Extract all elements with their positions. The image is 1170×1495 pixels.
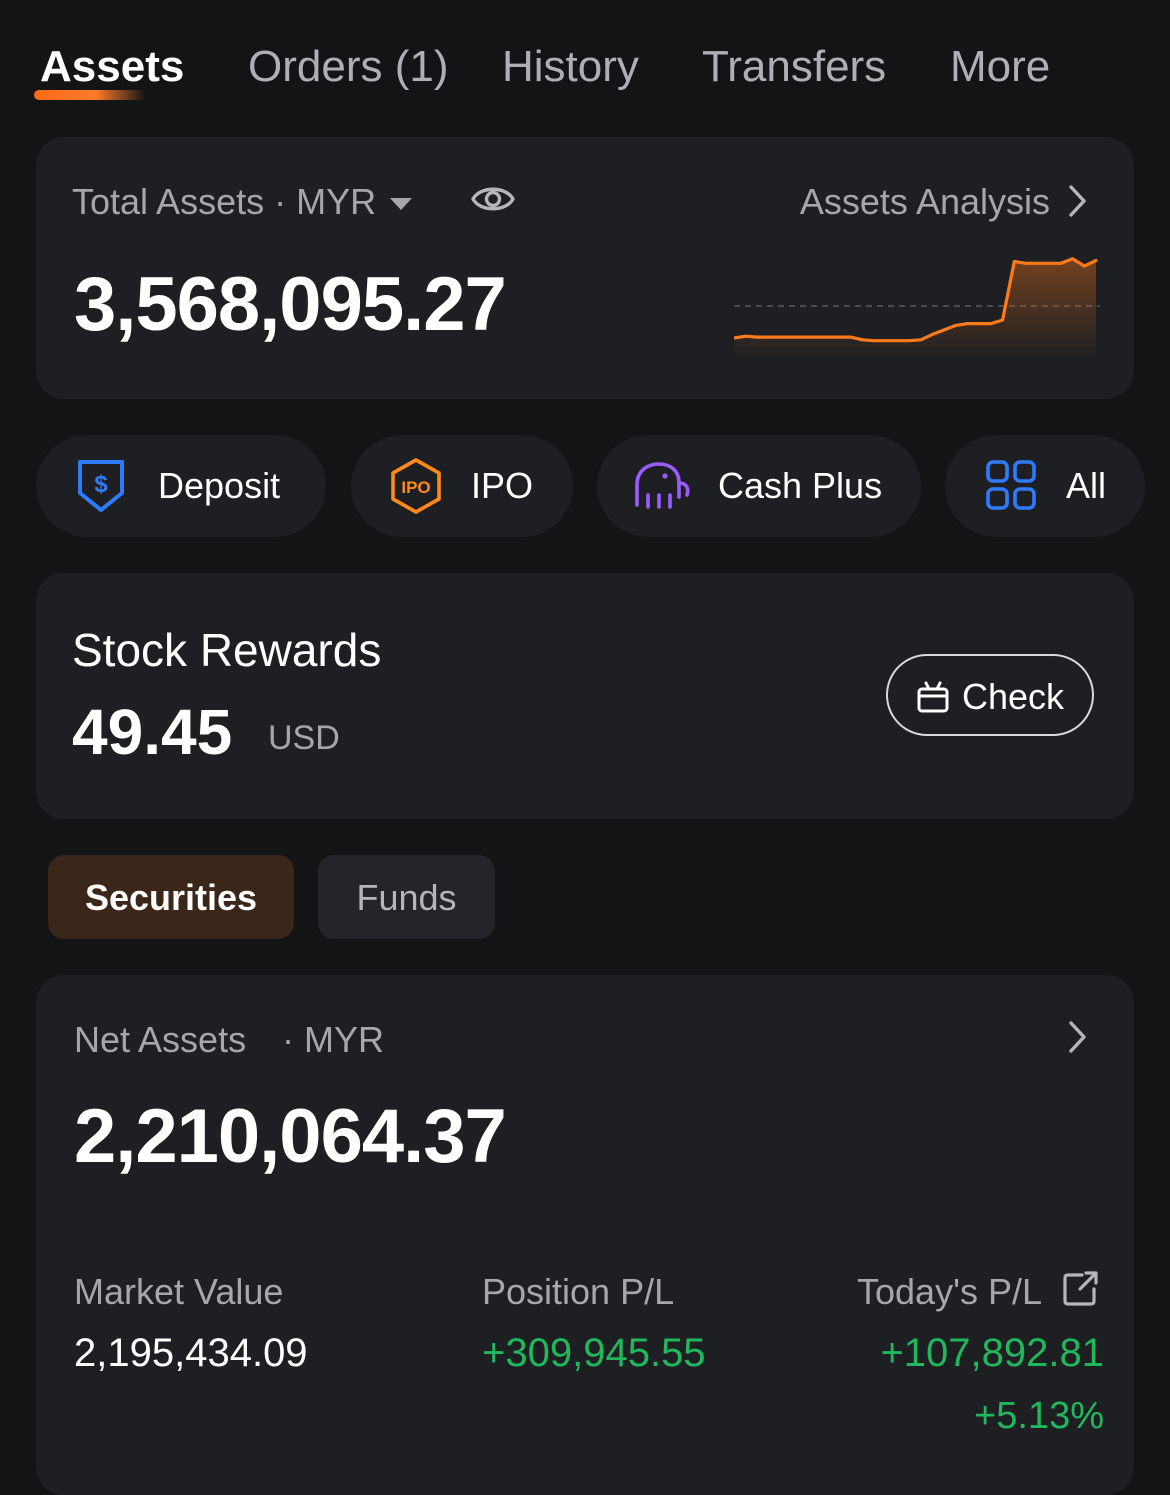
deposit-label: Deposit: [158, 465, 281, 506]
share-icon[interactable]: [1060, 1269, 1100, 1309]
securities-label: Securities: [84, 877, 258, 918]
stock-rewards-title: Stock Rewards: [72, 624, 382, 676]
check-rewards-button[interactable]: Check: [886, 654, 1094, 736]
caret-down-icon: [390, 198, 413, 211]
market-value: 2,195,434.09: [74, 1331, 308, 1375]
all-label: All: [1066, 465, 1107, 506]
grid-icon: [986, 460, 1036, 510]
assets-sparkline-chart[interactable]: [734, 249, 1100, 359]
tab-history[interactable]: History: [502, 42, 639, 92]
net-assets-label: Net Assets: [74, 1019, 247, 1060]
ipo-label: IPO: [471, 465, 534, 506]
total-assets-label: Total Assets: [72, 181, 265, 222]
position-pl-label: Position P/L: [482, 1271, 675, 1312]
total-assets-currency: · MYR: [274, 181, 377, 222]
stock-rewards-currency: USD: [268, 719, 340, 757]
total-assets-value: 3,568,095.27: [74, 262, 507, 347]
ipo-hexagon-icon: IPO: [391, 458, 441, 514]
chevron-right-icon[interactable]: [1064, 183, 1090, 219]
tab-assets[interactable]: Assets: [34, 42, 184, 100]
assets-analysis-link[interactable]: Assets Analysis: [800, 181, 1050, 223]
funds-label: Funds: [356, 877, 457, 918]
all-services-button[interactable]: All: [945, 435, 1145, 537]
todays-pl-percent: +5.13%: [974, 1395, 1104, 1437]
todays-pl-label: Today's P/L: [857, 1271, 1042, 1312]
check-label: Check: [962, 676, 1065, 717]
cash-plus-label: Cash Plus: [718, 465, 883, 506]
sparkline-area: [734, 258, 1096, 359]
stock-rewards-value: 49.45: [72, 696, 233, 768]
eye-icon[interactable]: [470, 181, 516, 217]
chevron-right-icon[interactable]: [1064, 1019, 1090, 1055]
elephant-icon: [635, 462, 690, 509]
cash-plus-button[interactable]: Cash Plus: [597, 435, 921, 537]
svg-text:IPO: IPO: [401, 478, 430, 497]
svg-text:$: $: [94, 471, 108, 498]
net-assets-currency: · MYR: [282, 1019, 384, 1060]
deposit-shield-icon: $: [78, 460, 124, 512]
tab-more[interactable]: More: [950, 42, 1050, 92]
ipo-button[interactable]: IPO IPO: [351, 435, 573, 537]
tab-securities[interactable]: Securities: [48, 855, 294, 939]
tab-funds[interactable]: Funds: [318, 855, 495, 939]
deposit-button[interactable]: $ Deposit: [36, 435, 326, 537]
gift-calendar-icon: [917, 681, 949, 713]
stock-rewards-card: Stock Rewards 49.45 USD Check: [36, 573, 1134, 819]
net-assets-value: 2,210,064.37: [74, 1094, 507, 1179]
total-assets-card: Total Assets · MYR Assets Analysis 3,568…: [36, 137, 1134, 399]
tab-transfers[interactable]: Transfers: [702, 42, 886, 92]
position-pl-value: +309,945.55: [482, 1331, 706, 1375]
active-tab-indicator: [34, 90, 146, 100]
net-assets-card[interactable]: Net Assets · MYR 2,210,064.37 Market Val…: [36, 975, 1134, 1495]
currency-selector[interactable]: Total Assets · MYR: [72, 181, 413, 223]
market-value-label: Market Value: [74, 1271, 284, 1312]
tab-orders[interactable]: Orders (1): [248, 42, 448, 92]
todays-pl-value: +107,892.81: [880, 1331, 1104, 1375]
